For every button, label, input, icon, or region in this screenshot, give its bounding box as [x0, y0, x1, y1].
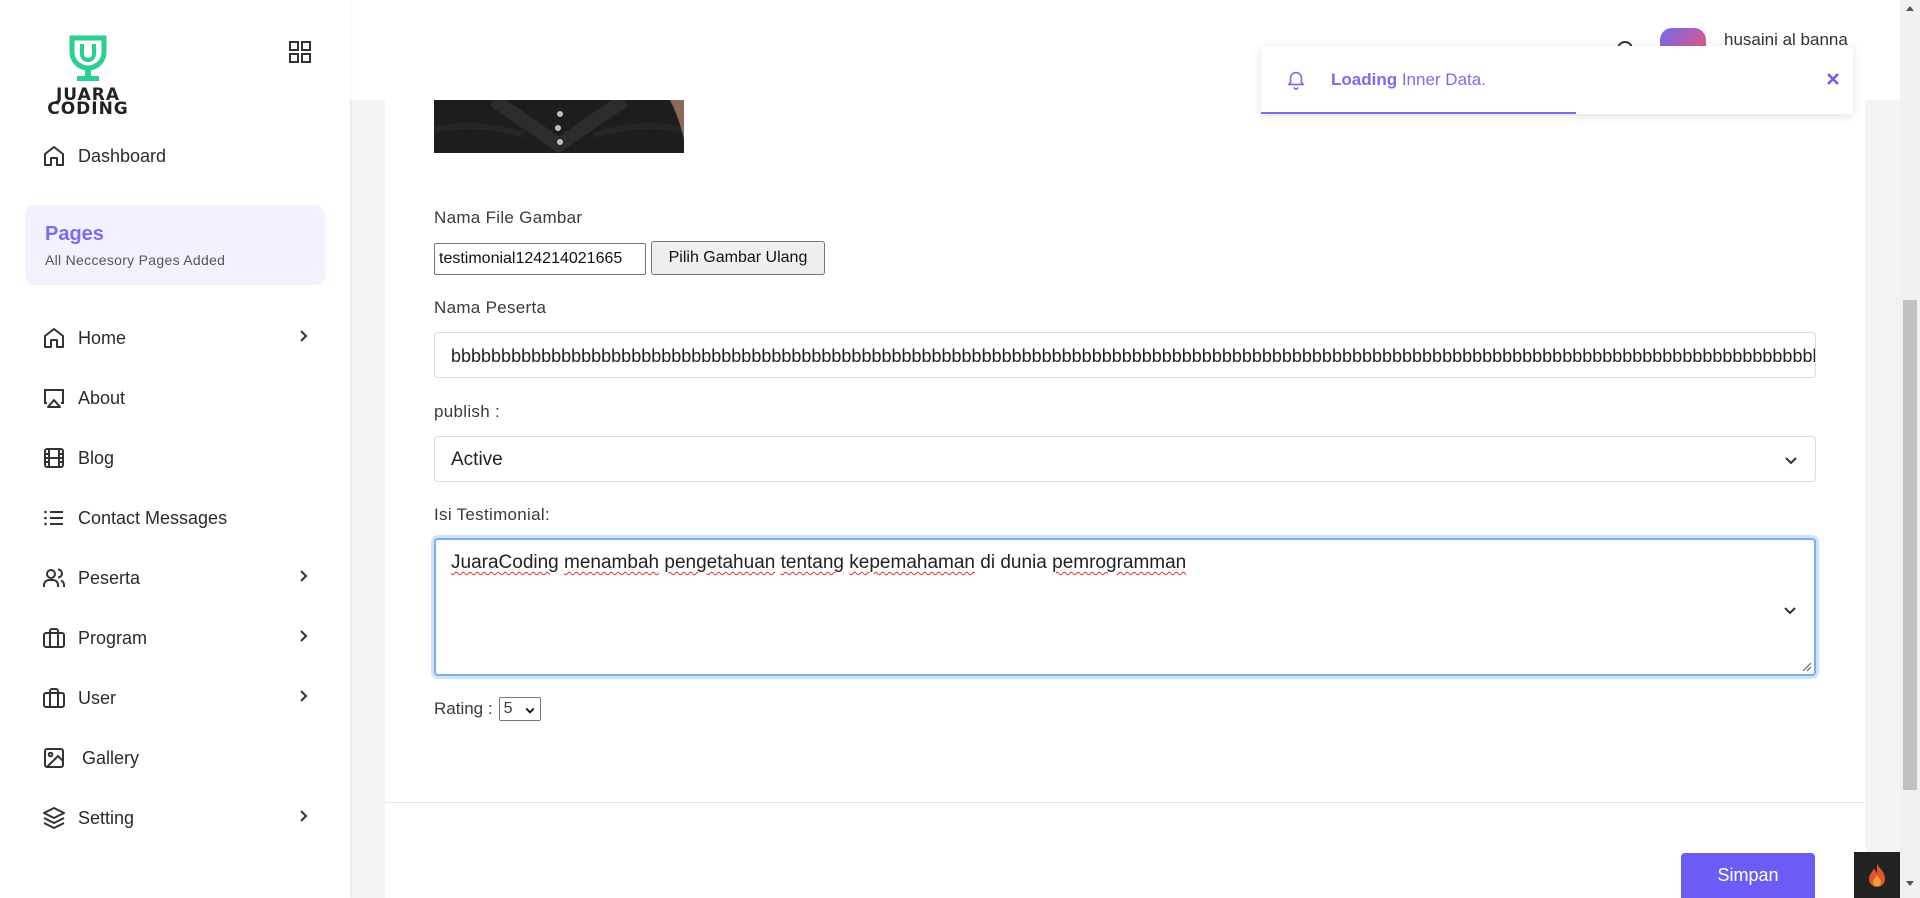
chevron-down-icon [525, 707, 535, 714]
sidebar-item-label: Gallery [82, 747, 140, 768]
logo-line2: CODING [47, 99, 129, 119]
sidebar-item-home[interactable]: Home [42, 308, 312, 368]
testimonial-word: JuaraCoding [451, 552, 559, 573]
film-icon [44, 448, 64, 468]
toast-notification: Loading Inner Data. [1261, 46, 1853, 114]
testimonial-word: tentang [780, 552, 845, 573]
toast-message-text: Inner Data. [1397, 70, 1486, 89]
sidebar-item-label: Peserta [78, 567, 141, 588]
briefcase-icon [43, 628, 65, 648]
testimonial-label: Isi Testimonial: [434, 505, 550, 524]
chevron-right-icon [300, 630, 308, 642]
pages-section-title: Pages [45, 223, 104, 245]
list-icon [44, 510, 63, 526]
rating-select[interactable]: 5 [498, 697, 541, 721]
sidebar-item-gallery[interactable]: Gallery [42, 728, 312, 788]
sidebar-nav: Home About Blog Contact Messages Peserta… [42, 308, 312, 848]
toast-message: Loading Inner Data. [1331, 70, 1486, 90]
chevron-right-icon [300, 570, 308, 582]
testimonial-word: kepemahaman [849, 552, 975, 573]
sidebar-item-label: About [78, 387, 126, 408]
sidebar-item-blog[interactable]: Blog [42, 428, 312, 488]
publish-select[interactable]: Active [434, 436, 1816, 482]
testimonial-text: JuaraCoding menambah pengetahuan tentang… [451, 552, 1186, 573]
testimonial-textarea[interactable]: JuaraCoding menambah pengetahuan tentang… [434, 538, 1816, 676]
pages-section-subtitle: All Neccesory Pages Added [45, 252, 226, 268]
testimonial-word: menambah [564, 552, 660, 573]
pages-section: Pages All Neccesory Pages Added [25, 205, 325, 285]
sidebar-item-about[interactable]: About [42, 368, 312, 428]
sidebar-item-contact-messages[interactable]: Contact Messages [42, 488, 312, 548]
toast-message-bold: Loading [1331, 70, 1398, 89]
testimonial-word: di [980, 552, 996, 573]
participant-name-input[interactable]: bbbbbbbbbbbbbbbbbbbbbbbbbbbbbbbbbbbbbbbb… [434, 332, 1816, 378]
grid-icon[interactable] [288, 40, 312, 64]
bell-icon [1287, 71, 1305, 90]
chevron-down-icon [1784, 607, 1796, 615]
sidebar-item-setting[interactable]: Setting [42, 788, 312, 848]
scrollbar-thumb[interactable] [1903, 300, 1917, 790]
testimonial-word: pemrogramman [1052, 552, 1187, 573]
sidebar-item-peserta[interactable]: Peserta [42, 548, 312, 608]
sidebar-item-label: Program [78, 627, 148, 648]
publish-label: publish : [434, 402, 501, 421]
chevron-right-icon [300, 690, 308, 702]
chevron-right-icon [300, 330, 308, 342]
resize-handle-icon[interactable] [1802, 662, 1812, 672]
users-icon [43, 568, 65, 587]
sidebar-item-label: Home [78, 327, 127, 348]
sidebar-item-user[interactable]: User [42, 668, 312, 728]
image-icon [44, 748, 64, 768]
sidebar-item-label: User [78, 687, 117, 708]
testimonial-photo [434, 100, 684, 153]
scroll-up-icon[interactable] [1905, 4, 1915, 12]
sidebar-item-label: Contact Messages [78, 507, 228, 528]
debug-toolbar-button[interactable] [1854, 852, 1900, 898]
sidebar-item-program[interactable]: Program [42, 608, 312, 668]
sidebar-item-label: Dashboard [78, 145, 167, 166]
save-button[interactable]: Simpan [1681, 853, 1815, 898]
testimonial-word: pengetahuan [664, 552, 776, 573]
toast-progress-bar [1261, 112, 1576, 114]
layers-icon [43, 807, 65, 829]
file-name-input[interactable]: testimonial124214021665 [434, 243, 646, 275]
juara-coding-logo[interactable]: JUARA CODING [42, 34, 134, 120]
close-icon[interactable] [1825, 71, 1841, 87]
home-icon [44, 328, 64, 348]
file-name-label: Nama File Gambar [434, 208, 583, 227]
briefcase-icon [43, 688, 65, 708]
sidebar-item-label: Blog [78, 447, 115, 468]
chevron-right-icon [300, 810, 308, 822]
rating-select-value: 5 [503, 700, 513, 717]
sidebar-item-label: Setting [78, 807, 135, 828]
participant-name-label: Nama Peserta [434, 298, 547, 317]
home-icon [44, 146, 64, 166]
publish-select-value: Active [451, 449, 503, 470]
rating-field: Rating : 5 [434, 697, 541, 721]
flame-icon [1869, 863, 1885, 887]
chevron-down-icon [1785, 457, 1797, 465]
choose-image-button[interactable]: Pilih Gambar Ulang [651, 241, 825, 275]
form-divider [385, 802, 1865, 803]
photo-preview-image [434, 100, 684, 153]
rating-label: Rating : [434, 699, 493, 718]
sidebar-item-dashboard[interactable]: Dashboard [42, 144, 166, 168]
page-scrollbar[interactable] [1900, 0, 1920, 898]
airplay-icon [44, 389, 64, 408]
scroll-down-icon[interactable] [1905, 880, 1915, 888]
trophy-icon [69, 35, 107, 81]
form-card [385, 100, 1865, 898]
testimonial-word: dunia [1000, 552, 1047, 573]
sidebar: JUARA CODING Dashboard Pages All Necceso… [0, 0, 350, 898]
